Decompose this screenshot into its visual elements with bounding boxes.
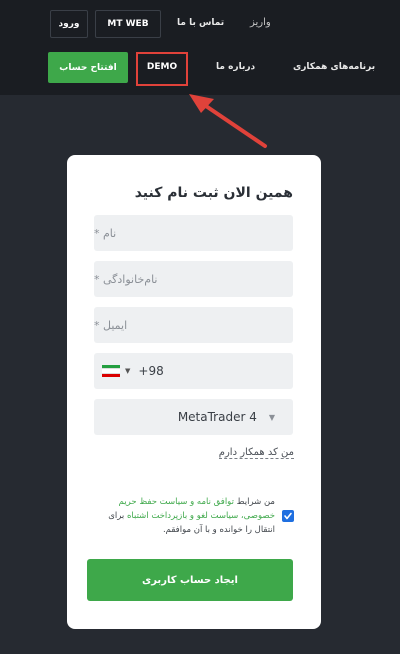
partner-programs-link[interactable]: برنامه‌های همکاری	[293, 62, 375, 72]
contact-link[interactable]: تماس با ما	[177, 18, 224, 28]
phone-country-code: +98	[138, 364, 164, 378]
partner-code-link[interactable]: من کد همکار دارم	[218, 447, 294, 459]
platform-select[interactable]: MetaTrader 4 ▼	[94, 399, 293, 435]
email-placeholder: ایمیل *	[94, 318, 128, 332]
about-link[interactable]: درباره ما	[216, 62, 255, 72]
open-account-button[interactable]: افتتاح حساب	[48, 52, 128, 83]
registration-card: همین الان ثبت نام کنید نام * نام‌خانوادگ…	[67, 155, 321, 629]
first-name-placeholder: نام *	[94, 226, 117, 240]
last-name-field[interactable]: نام‌خانوادگی *	[94, 261, 293, 297]
terms-text: من شرایط توافق نامه و سیاست حفظ حریم خصو…	[107, 495, 275, 537]
create-account-button[interactable]: ایجاد حساب کاربری	[87, 559, 293, 601]
caret-down-icon: ▼	[268, 412, 275, 422]
checkmark-icon	[284, 512, 292, 520]
top-navigation-bar: ورود MT WEB تماس با ما واریز افتتاح حساب…	[0, 0, 400, 95]
first-name-field[interactable]: نام *	[94, 215, 293, 251]
iran-flag-icon[interactable]	[102, 365, 120, 377]
mt-web-button[interactable]: MT WEB	[95, 10, 161, 38]
phone-field[interactable]: ▼ +98	[94, 353, 293, 389]
deposit-link[interactable]: واریز	[250, 17, 271, 28]
caret-down-icon[interactable]: ▼	[125, 367, 130, 375]
terms-prefix: من شرایط	[236, 497, 275, 507]
terms-checkbox[interactable]	[282, 510, 294, 522]
login-button[interactable]: ورود	[50, 10, 88, 38]
demo-link[interactable]: DEMO	[147, 62, 177, 72]
form-title: همین الان ثبت نام کنید	[134, 185, 293, 201]
demo-link-highlight[interactable]: DEMO	[136, 52, 188, 86]
email-field[interactable]: ایمیل *	[94, 307, 293, 343]
platform-value: MetaTrader 4	[177, 410, 257, 424]
last-name-placeholder: نام‌خانوادگی *	[94, 272, 158, 286]
